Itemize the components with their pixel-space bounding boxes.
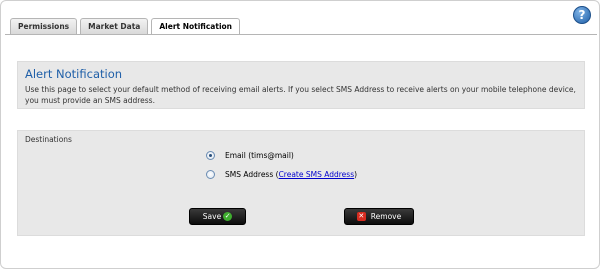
settings-window: ? Permissions Market Data Alert Notifica… <box>0 0 600 269</box>
header-panel: Alert Notification Use this page to sele… <box>17 61 585 109</box>
email-option-label: Email (tims@mail) <box>225 150 294 160</box>
tab-content: Alert Notification Use this page to sele… <box>5 34 597 266</box>
sms-label-suffix: ) <box>354 169 358 179</box>
tab-alert-notification[interactable]: Alert Notification <box>151 18 241 35</box>
email-radio[interactable] <box>206 150 215 160</box>
check-icon: ✓ <box>223 212 233 221</box>
page-description: Use this page to select your default met… <box>25 85 576 105</box>
destinations-label: Destinations <box>25 135 72 144</box>
destinations-panel: Destinations Email (tims@mail) SMS Addre… <box>17 130 585 236</box>
help-icon[interactable]: ? <box>573 6 591 24</box>
close-icon: ✕ <box>356 212 366 221</box>
save-button-label: Save <box>202 212 222 221</box>
page-title: Alert Notification <box>25 67 123 81</box>
tab-market-data[interactable]: Market Data <box>80 18 149 34</box>
remove-button-label: Remove <box>370 212 402 221</box>
tab-bar: Permissions Market Data Alert Notificati… <box>10 18 241 35</box>
sms-label-prefix: SMS Address ( <box>225 169 279 179</box>
sms-option: SMS Address ( Create SMS Address ) <box>206 168 357 180</box>
email-option: Email (tims@mail) <box>206 149 357 161</box>
create-sms-address-link[interactable]: Create SMS Address <box>279 170 355 179</box>
save-button[interactable]: Save ✓ <box>189 208 246 225</box>
destination-options: Email (tims@mail) SMS Address ( Create S… <box>206 149 357 187</box>
sms-radio[interactable] <box>206 169 215 179</box>
remove-button[interactable]: ✕ Remove <box>344 208 414 225</box>
tab-permissions[interactable]: Permissions <box>10 18 78 34</box>
